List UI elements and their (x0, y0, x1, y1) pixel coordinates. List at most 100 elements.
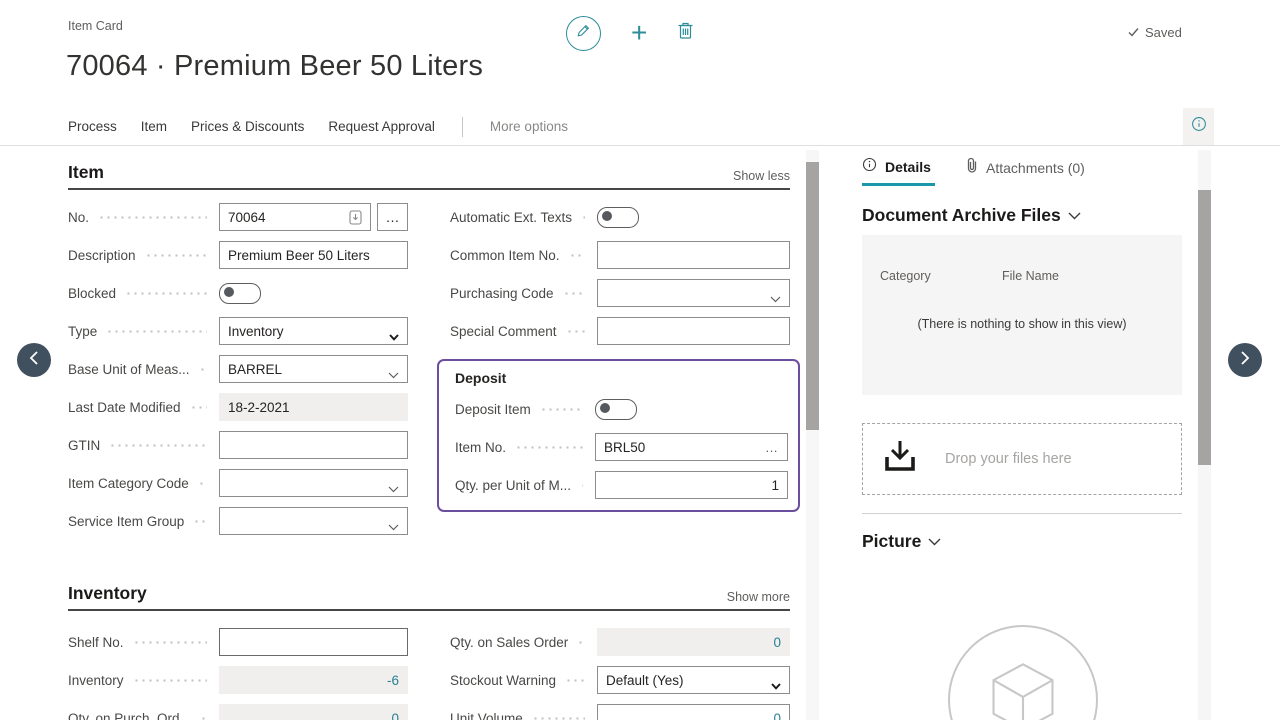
dotted-leader (106, 330, 207, 333)
plus-icon: + (631, 17, 647, 48)
dotted-leader (145, 254, 207, 257)
field-gtin: GTIN (68, 431, 408, 459)
dotted-leader (581, 216, 585, 219)
field-stockout-warning: Stockout Warning Default (Yes) (450, 666, 790, 694)
dotted-leader (569, 254, 585, 257)
panel-scrollbar[interactable] (1198, 150, 1211, 720)
field-label: Qty. per Unit of M... (455, 478, 571, 493)
inventory-right-column: Qty. on Sales Order 0 Stockout Warning D… (450, 628, 790, 720)
file-drop-zone[interactable]: Drop your files here (862, 423, 1182, 495)
save-status-label: Saved (1145, 25, 1182, 40)
column-header-category: Category (880, 269, 931, 283)
save-status: Saved (1128, 25, 1182, 40)
menu-item-prices-discounts[interactable]: Prices & Discounts (191, 119, 304, 134)
field-label: GTIN (68, 438, 100, 453)
item-section-header: Item Show less (68, 162, 790, 190)
chevron-down-icon (388, 519, 399, 534)
edit-button[interactable] (566, 16, 601, 51)
open-record-icon[interactable] (349, 210, 362, 225)
menu-item-process[interactable]: Process (68, 119, 117, 134)
menu-item-item[interactable]: Item (141, 119, 167, 134)
field-service-item-group: Service Item Group (68, 507, 408, 535)
more-options-button[interactable]: More options (490, 119, 568, 134)
qty-per-unit-input[interactable]: 1 (595, 471, 788, 499)
stockout-warning-select[interactable]: Default (Yes) (597, 666, 790, 694)
gtin-input[interactable] (219, 431, 408, 459)
dotted-leader (133, 679, 207, 682)
type-select[interactable]: Inventory (219, 317, 408, 345)
document-archive-files-header[interactable]: Document Archive Files (862, 205, 1081, 226)
check-icon (1128, 25, 1139, 40)
menu-item-request-approval[interactable]: Request Approval (328, 119, 435, 134)
field-special-comment: Special Comment (450, 317, 790, 345)
chevron-down-icon (771, 678, 781, 693)
no-input[interactable]: 70064 (219, 203, 371, 231)
qty-on-purch-order-value: 0 (219, 704, 408, 720)
field-label: Stockout Warning (450, 673, 556, 688)
document-archive-files-title: Document Archive Files (862, 205, 1061, 226)
deposit-item-no-input[interactable]: BRL50 … (595, 433, 788, 461)
field-last-date-modified: Last Date Modified 18-2-2021 (68, 393, 408, 421)
toggle-knob (602, 211, 612, 221)
field-item-category-code: Item Category Code (68, 469, 408, 497)
service-item-group-combobox[interactable] (219, 507, 408, 535)
previous-record-button[interactable] (17, 343, 51, 377)
active-tab-underline (862, 183, 935, 186)
pencil-icon (576, 23, 591, 43)
special-comment-input[interactable] (597, 317, 790, 345)
toggle-knob (224, 287, 234, 297)
inventory-section-title: Inventory (68, 583, 147, 603)
dotted-leader (577, 641, 585, 644)
field-deposit-item: Deposit Item (455, 395, 788, 423)
inventory-left-column: Shelf No. Inventory -6 Qty. on Purch. Or… (68, 628, 408, 720)
tab-attachments-label: Attachments (0) (986, 160, 1085, 176)
chevron-left-icon (28, 350, 40, 371)
item-category-combobox[interactable] (219, 469, 408, 497)
field-label: Service Item Group (68, 514, 184, 529)
dotted-leader (198, 482, 207, 485)
common-item-no-input[interactable] (597, 241, 790, 269)
deposit-item-toggle[interactable] (595, 399, 637, 420)
dotted-leader (515, 446, 583, 449)
dotted-leader (193, 520, 207, 523)
base-unit-combobox[interactable]: BARREL (219, 355, 408, 383)
panel-info-button[interactable] (1183, 108, 1214, 145)
dotted-leader (200, 717, 207, 720)
tab-attachments[interactable]: Attachments (0) (966, 157, 1085, 179)
unit-volume-input[interactable]: 0 (597, 704, 790, 720)
field-unit-volume: Unit Volume 0 (450, 704, 790, 720)
chevron-down-icon (389, 329, 399, 344)
field-common-item-no: Common Item No. (450, 241, 790, 269)
tab-details[interactable]: Details (862, 157, 931, 177)
show-less-link[interactable]: Show less (733, 169, 790, 183)
tab-details-label: Details (885, 159, 931, 175)
field-no: No. 70064 … (68, 203, 408, 231)
description-input[interactable]: Premium Beer 50 Liters (219, 241, 408, 269)
show-more-link[interactable]: Show more (727, 590, 790, 604)
purchasing-code-combobox[interactable] (597, 279, 790, 307)
panel-scrollbar-thumb[interactable] (1198, 190, 1211, 465)
field-shelf-no: Shelf No. (68, 628, 408, 656)
no-assist-edit-button[interactable]: … (377, 203, 408, 231)
blocked-toggle[interactable] (219, 283, 261, 304)
automatic-ext-texts-toggle[interactable] (597, 207, 639, 228)
field-label: Qty. on Purch. Ord... (68, 711, 191, 720)
dotted-leader (540, 408, 583, 411)
main-scrollbar[interactable] (806, 150, 819, 720)
dotted-leader (563, 292, 585, 295)
qty-on-sales-order-value: 0 (597, 628, 790, 656)
dotted-leader (565, 679, 585, 682)
new-button[interactable]: + (631, 19, 647, 47)
chevron-down-icon (770, 291, 781, 306)
header-actions: + (566, 14, 694, 52)
picture-header[interactable]: Picture (862, 531, 941, 552)
deposit-item-no-assist-edit[interactable]: … (765, 440, 779, 455)
shelf-no-input[interactable] (219, 628, 408, 656)
field-label: Unit Volume (450, 711, 523, 720)
field-qty-on-purch-order: Qty. on Purch. Ord... 0 (68, 704, 408, 720)
next-record-button[interactable] (1228, 343, 1262, 377)
main-scrollbar-thumb[interactable] (806, 162, 819, 430)
dotted-leader (532, 717, 585, 720)
delete-button[interactable] (677, 21, 694, 45)
field-label: Base Unit of Meas... (68, 362, 190, 377)
